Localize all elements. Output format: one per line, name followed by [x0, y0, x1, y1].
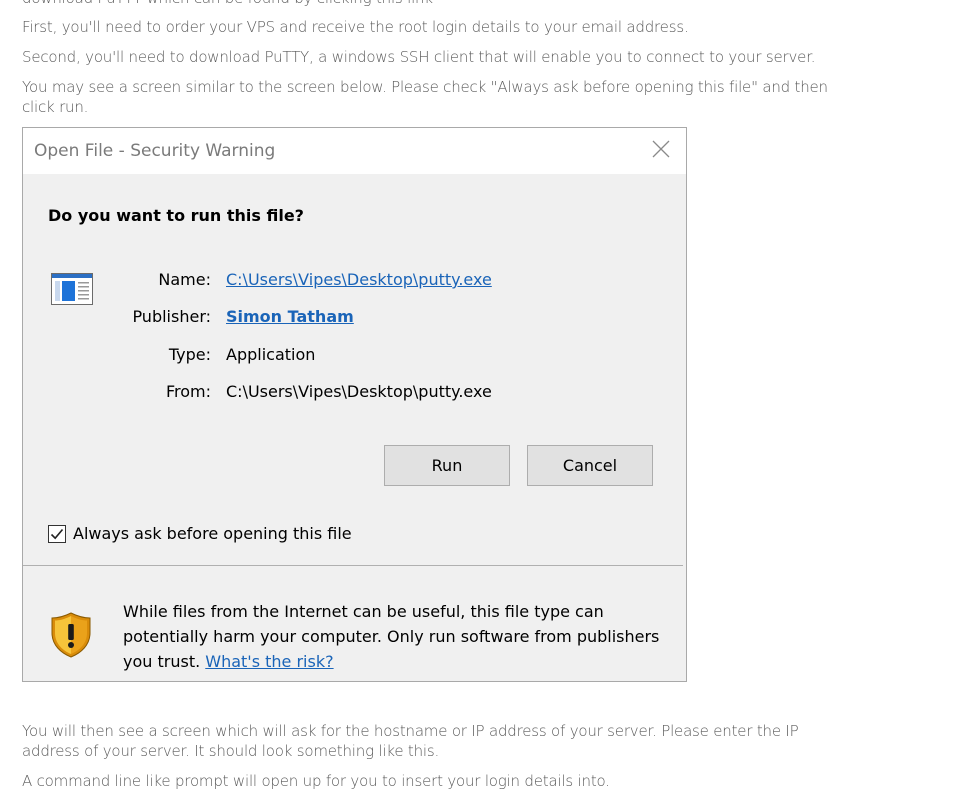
- whats-the-risk-link[interactable]: What's the risk?: [205, 652, 333, 671]
- shield-warning-icon: [49, 611, 93, 659]
- file-name-link[interactable]: C:\Users\Vipes\Desktop\putty.exe: [226, 270, 492, 289]
- publisher-link[interactable]: Simon Tatham: [226, 307, 354, 326]
- dialog-title: Open File - Security Warning: [34, 141, 276, 161]
- dialog-titlebar: Open File - Security Warning: [23, 128, 686, 174]
- name-label: Name:: [158, 270, 211, 289]
- article-partial-line: download PuTTY which can be found by cli…: [22, 0, 852, 8]
- always-ask-label: Always ask before opening this file: [73, 524, 352, 543]
- security-warning-dialog: Open File - Security Warning Do you want…: [22, 127, 687, 682]
- type-label: Type:: [168, 345, 211, 364]
- warning-text: While files from the Internet can be use…: [123, 602, 660, 671]
- dialog-divider: [23, 565, 683, 566]
- from-label: From:: [165, 382, 211, 401]
- article-paragraph-4: You will then see a screen which will as…: [22, 722, 799, 760]
- article-paragraph-2: Second, you'll need to download PuTTY, a…: [22, 48, 816, 66]
- type-value: Application: [226, 345, 316, 364]
- warning-message: While files from the Internet can be use…: [123, 599, 668, 674]
- run-button[interactable]: Run: [384, 445, 510, 486]
- article-paragraph-1: First, you'll need to order your VPS and…: [22, 18, 689, 36]
- cancel-button[interactable]: Cancel: [527, 445, 653, 486]
- article-paragraph-3: You may see a screen similar to the scre…: [22, 78, 828, 116]
- dialog-question: Do you want to run this file?: [48, 206, 304, 225]
- checkmark-icon: [50, 528, 64, 540]
- article-paragraph-5: A command line like prompt will open up …: [22, 772, 610, 790]
- close-icon[interactable]: [650, 138, 672, 160]
- always-ask-checkbox[interactable]: [48, 525, 66, 543]
- from-value: C:\Users\Vipes\Desktop\putty.exe: [226, 382, 492, 401]
- publisher-label: Publisher:: [132, 307, 211, 326]
